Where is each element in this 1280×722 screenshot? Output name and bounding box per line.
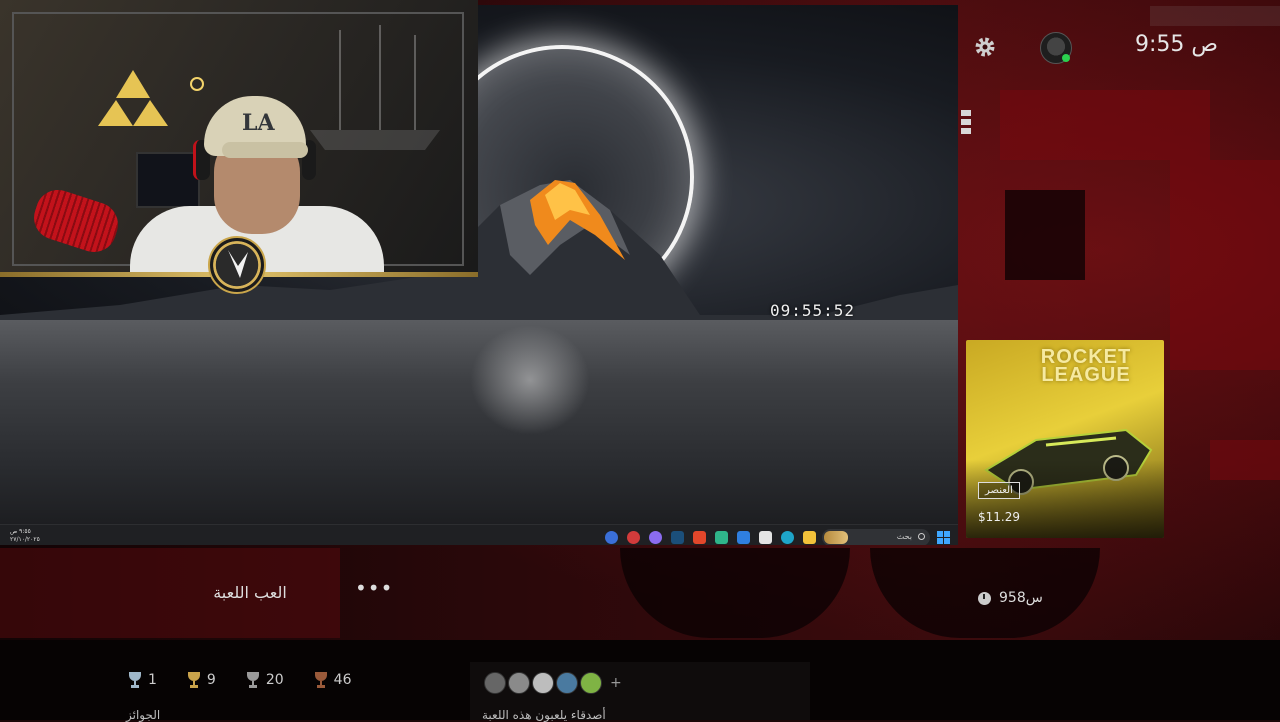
taskbar-date: ٢٧/١٠/٢٠٢٥ (10, 536, 40, 543)
game-logo: ROCKET LEAGUE (1040, 346, 1132, 386)
brave-icon[interactable] (693, 531, 706, 544)
card-shade (966, 460, 1164, 538)
clock-icon (978, 591, 991, 605)
windows-start-icon[interactable] (937, 531, 950, 544)
app-icon[interactable] (627, 531, 640, 544)
monitor-background (136, 152, 200, 208)
steam-icon[interactable] (671, 531, 684, 544)
trophy-icon (187, 672, 201, 688)
desktop-clock: 09:55:52 (770, 301, 856, 320)
trophy-silver: 20 (246, 672, 284, 688)
cap-brim (222, 142, 308, 158)
wall-light-logo (98, 70, 168, 126)
webcam-overlay: LA (0, 0, 478, 272)
trophy-icon (246, 672, 260, 688)
trophy-count: 1 (148, 672, 157, 688)
search-banner (824, 531, 848, 544)
ship-model (310, 25, 440, 150)
item-tag: العنصر (978, 482, 1020, 499)
mail-icon[interactable] (737, 531, 750, 544)
friend-avatars: + (484, 672, 622, 694)
trophy-gold: 9 (187, 672, 216, 688)
trophy-count: 46 (333, 672, 352, 688)
gear-icon[interactable] (972, 34, 998, 60)
edge-icon[interactable] (781, 531, 794, 544)
playtime-value: 958س (999, 590, 1043, 606)
bg-shape (1000, 90, 1210, 160)
friend-avatar (580, 672, 602, 694)
price-label: $11.29 (978, 510, 1020, 524)
store-icon[interactable] (759, 531, 772, 544)
taskbar-time: ٩:٥٥ ص (10, 528, 31, 535)
trophy-count: 20 (265, 672, 284, 688)
app-icon[interactable] (715, 531, 728, 544)
bg-shape (1210, 440, 1280, 480)
taskbar: ٩:٥٥ ص ٢٧/١٠/٢٠٢٥ بحث (0, 524, 958, 545)
more-options-button[interactable]: ••• (355, 578, 392, 606)
emblem-logo (228, 250, 248, 278)
search-placeholder: بحث (896, 532, 912, 541)
cap-logo: LA (242, 110, 275, 136)
trophy-icon (314, 672, 328, 688)
trophy-summary[interactable]: 1 9 20 46 (128, 672, 352, 688)
app-icon[interactable] (649, 531, 662, 544)
trophy-count: 9 (206, 672, 216, 688)
bg-shape (1005, 190, 1085, 280)
friend-avatar (532, 672, 554, 694)
search-icon (918, 533, 925, 540)
wall-light (190, 77, 204, 91)
playtime: 958س (978, 590, 1043, 606)
app-icon[interactable] (605, 531, 618, 544)
play-game-button[interactable]: العب اللعبة (160, 570, 340, 614)
game-card[interactable]: ROCKET LEAGUE العنصر $11.29 (966, 340, 1164, 538)
online-status-dot (1062, 54, 1070, 62)
controller-icon (961, 110, 971, 134)
bg-shape (1170, 160, 1280, 370)
taskbar-search[interactable]: بحث (822, 529, 930, 545)
trophy-bronze: 46 (314, 672, 352, 688)
trophy-icon (128, 672, 142, 688)
trophy-platinum: 1 (128, 672, 157, 688)
friends-more: + (610, 675, 622, 691)
lake-reflection (470, 325, 590, 435)
friend-avatar (508, 672, 530, 694)
bg-shape (620, 548, 850, 638)
status-time: 9:55 ص (1134, 32, 1218, 57)
taskbar-clock[interactable]: ٩:٥٥ ص ٢٧/١٠/٢٠٢٥ (10, 528, 40, 544)
friend-avatar (556, 672, 578, 694)
bg-shape (1150, 6, 1280, 26)
folder-icon[interactable] (803, 531, 816, 544)
friend-avatar (484, 672, 506, 694)
